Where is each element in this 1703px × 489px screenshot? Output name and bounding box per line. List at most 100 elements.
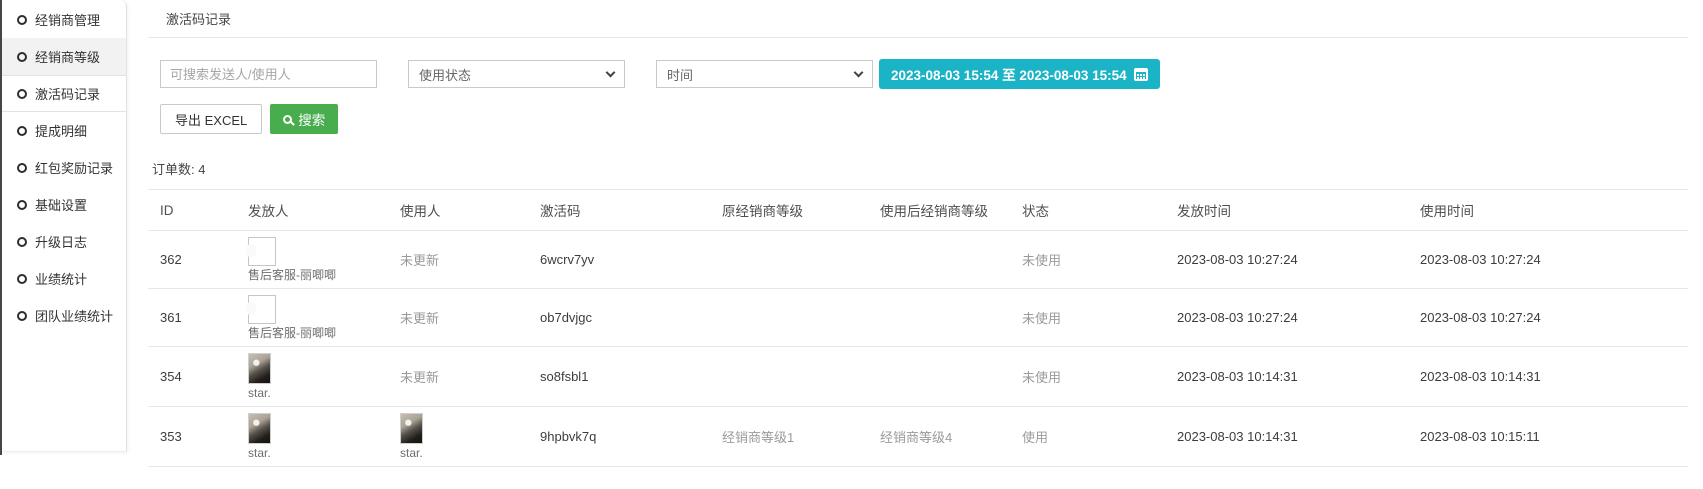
sidebar-item[interactable]: 提成明细	[2, 112, 126, 149]
column-header: 使用时间	[1408, 190, 1688, 231]
sidebar-item[interactable]: 业绩统计	[2, 260, 126, 297]
sidebar-item[interactable]: 经销商等级	[2, 38, 126, 75]
sidebar-item[interactable]: 激活码记录	[2, 75, 126, 112]
cell-status: 未使用	[1010, 231, 1165, 289]
column-header: 状态	[1010, 190, 1165, 231]
cell-user: 未更新	[388, 347, 528, 407]
export-excel-button[interactable]: 导出 EXCEL	[160, 104, 262, 134]
cell-send-time: 2023-08-03 10:27:24	[1165, 231, 1408, 289]
column-header: 原经销商等级	[710, 190, 868, 231]
sidebar-item[interactable]: 红包奖励记录	[2, 149, 126, 186]
table-row: 362 售后客服-丽唧唧 未更新6wcrv7yv 未使用2023-08-03 10:2…	[148, 231, 1688, 289]
table-body: 362售后客服-丽唧唧未更新6wcrv7yv未使用2023-08-03 10:2…	[148, 231, 1688, 467]
cell-send-time: 2023-08-03 10:27:24	[1165, 289, 1408, 347]
person-name: 未更新	[400, 370, 439, 385]
person-name: star.	[400, 447, 423, 459]
sidebar-item-label: 升级日志	[35, 232, 87, 251]
status-select[interactable]: 使用状态	[408, 60, 625, 88]
cell-orig-level	[710, 231, 868, 289]
sidebar-item-label: 团队业绩统计	[35, 306, 113, 325]
cell-use-time: 2023-08-03 10:15:11	[1408, 407, 1688, 467]
page-title-bar: 激活码记录	[148, 0, 1688, 38]
cell-after-level: 经销商等级4	[868, 407, 1010, 467]
search-button[interactable]: 搜索	[270, 104, 338, 134]
sidebar-item-label: 红包奖励记录	[35, 158, 113, 177]
sidebar-item-label: 经销商管理	[35, 10, 100, 29]
search-input[interactable]	[160, 60, 377, 88]
cell-send-time: 2023-08-03 10:14:31	[1165, 347, 1408, 407]
page-title: 激活码记录	[166, 12, 231, 27]
cell-use-time: 2023-08-03 10:14:31	[1408, 347, 1688, 407]
cell-id: 361	[148, 289, 236, 347]
time-select-value: 时间	[667, 65, 693, 84]
sidebar: 经销商管理经销商等级激活码记录提成明细红包奖励记录基础设置升级日志业绩统计团队业…	[2, 0, 127, 452]
radio-circle-icon	[17, 200, 27, 210]
cell-code: 9hpbvk7q	[528, 407, 710, 467]
table-header-row: ID发放人使用人激活码原经销商等级使用后经销商等级状态发放时间使用时间	[148, 190, 1688, 231]
time-select[interactable]: 时间	[656, 60, 873, 88]
column-header: 使用人	[388, 190, 528, 231]
cell-user: 未更新	[388, 289, 528, 347]
filter-bar: 使用状态 时间 2023-08-03 15:54 至 2023-08-03 15…	[160, 59, 1688, 89]
table-row: 361售后客服-丽唧唧未更新ob7dvjgc未使用2023-08-03 10:2…	[148, 289, 1688, 347]
cell-code: ob7dvjgc	[528, 289, 710, 347]
cell-status: 未使用	[1010, 289, 1165, 347]
calendar-icon	[1134, 68, 1148, 81]
column-header: 使用后经销商等级	[868, 190, 1010, 231]
person-cell: 售后客服-丽唧唧	[248, 237, 336, 281]
status-select-value: 使用状态	[419, 65, 471, 84]
cell-after-level	[868, 231, 1010, 289]
radio-circle-icon	[17, 89, 27, 99]
cell-sender: star.	[236, 347, 388, 407]
sidebar-item-label: 提成明细	[35, 121, 87, 140]
column-header: 发放时间	[1165, 190, 1408, 231]
sidebar-menu: 经销商管理经销商等级激活码记录提成明细红包奖励记录基础设置升级日志业绩统计团队业…	[2, 1, 126, 334]
cell-use-time: 2023-08-03 10:27:24	[1408, 289, 1688, 347]
default-user-avatar-icon	[248, 295, 276, 324]
person-name: 未更新	[400, 311, 439, 326]
radio-circle-icon	[17, 163, 27, 173]
person-cell: star.	[248, 413, 271, 459]
action-bar: 导出 EXCEL 搜索	[160, 104, 1688, 134]
date-range-button[interactable]: 2023-08-03 15:54 至 2023-08-03 15:54	[879, 59, 1160, 89]
column-header: 激活码	[528, 190, 710, 231]
cell-sender: star.	[236, 407, 388, 467]
radio-circle-icon	[17, 126, 27, 136]
cell-user: star.	[388, 407, 528, 467]
cell-code: 6wcrv7yv	[528, 231, 710, 289]
cell-id: 354	[148, 347, 236, 407]
radio-circle-icon	[17, 52, 27, 62]
sidebar-item[interactable]: 经销商管理	[2, 1, 126, 38]
app-window: 经销商管理经销商等级激活码记录提成明细红包奖励记录基础设置升级日志业绩统计团队业…	[0, 0, 1703, 489]
cell-code: so8fsbl1	[528, 347, 710, 407]
sidebar-item[interactable]: 团队业绩统计	[2, 297, 126, 334]
radio-circle-icon	[17, 237, 27, 247]
user-avatar-photo	[400, 413, 423, 444]
cell-orig-level	[710, 289, 868, 347]
person-name: 售后客服-丽唧唧	[248, 269, 336, 281]
search-button-label: 搜索	[298, 109, 325, 129]
table-row: 354star.未更新so8fsbl1未使用2023-08-03 10:14:3…	[148, 347, 1688, 407]
order-count: 订单数: 4	[152, 159, 1688, 178]
user-avatar-photo	[248, 413, 271, 444]
radio-circle-icon	[17, 15, 27, 25]
cell-orig-level: 经销商等级1	[710, 407, 868, 467]
order-count-label: 订单数:	[152, 162, 195, 177]
cell-user: 未更新	[388, 231, 528, 289]
sidebar-item[interactable]: 基础设置	[2, 186, 126, 223]
date-range-label: 2023-08-03 15:54 至 2023-08-03 15:54	[891, 64, 1127, 84]
sidebar-item[interactable]: 升级日志	[2, 223, 126, 260]
cell-status: 未使用	[1010, 347, 1165, 407]
radio-circle-icon	[17, 274, 27, 284]
column-header: 发放人	[236, 190, 388, 231]
sidebar-item-label: 激活码记录	[35, 84, 100, 103]
person-cell: star.	[400, 413, 423, 459]
sidebar-item-label: 业绩统计	[35, 269, 87, 288]
person-cell: 售后客服-丽唧唧	[248, 295, 336, 339]
person-name: star.	[248, 387, 271, 399]
table-row: 353star.star.9hpbvk7q经销商等级1经销商等级4使用2023-…	[148, 407, 1688, 467]
cell-orig-level	[710, 347, 868, 407]
person-name: star.	[248, 447, 271, 459]
sidebar-item-label: 基础设置	[35, 195, 87, 214]
cell-id: 362	[148, 231, 236, 289]
